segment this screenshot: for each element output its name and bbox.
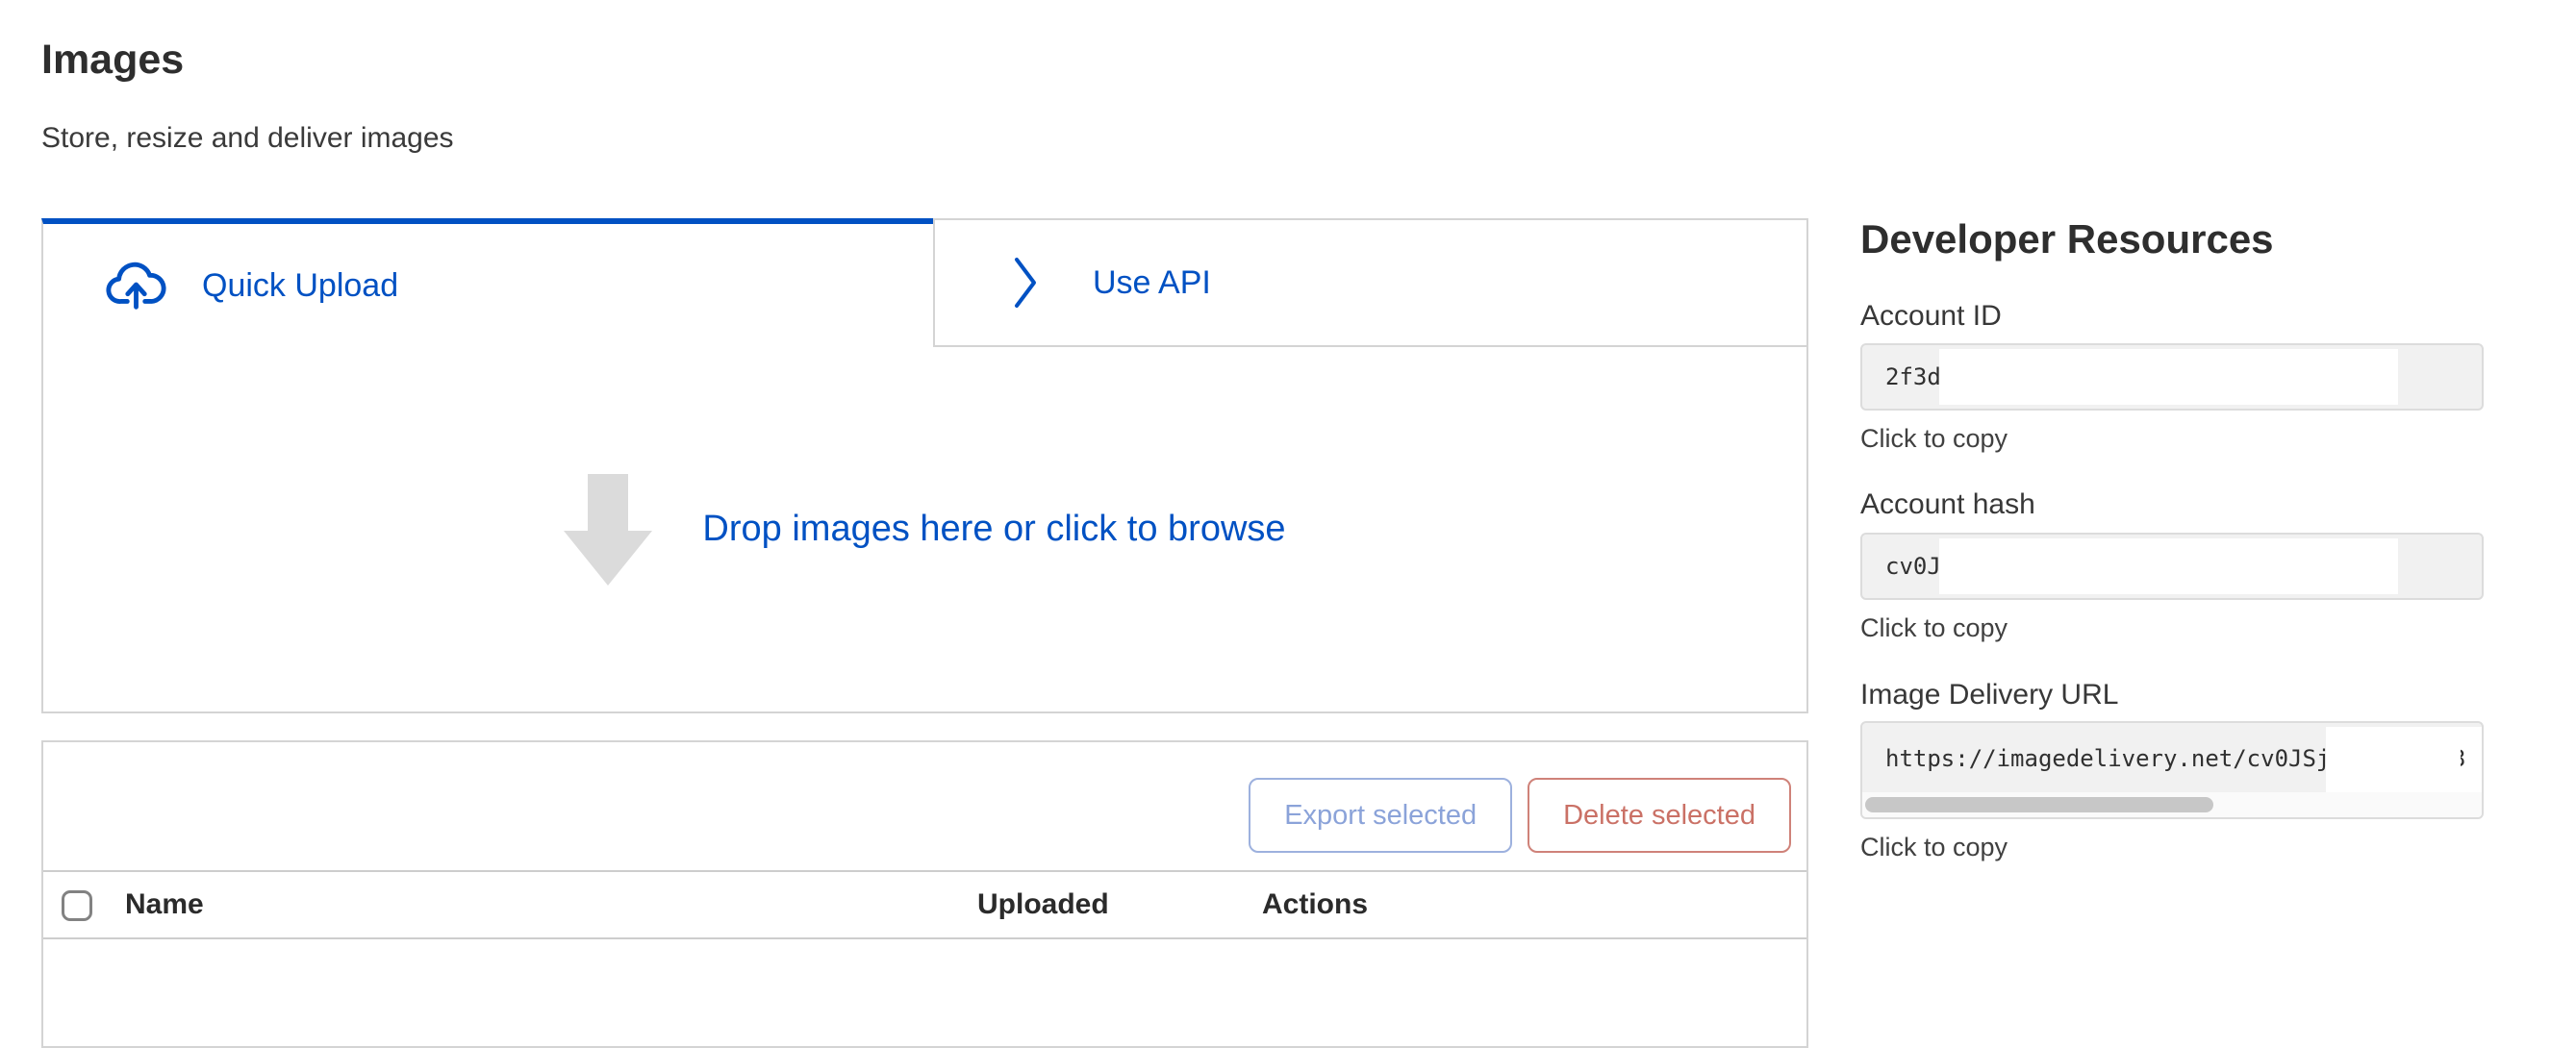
images-page: Images Store, resize and deliver images … bbox=[41, 0, 1808, 954]
tab-use-api-label: Use API bbox=[1093, 264, 1211, 302]
image-delivery-url-value: https://imagedelivery.net/cv0JSj bbox=[1885, 745, 2330, 772]
redacted-url-fragment: 3 bbox=[2461, 723, 2474, 794]
images-table-card: Export selected Delete selected Name Upl… bbox=[41, 740, 1808, 1048]
scrollbar-thumb[interactable] bbox=[1865, 797, 2213, 812]
click-to-copy-label: Click to copy bbox=[1860, 833, 2008, 862]
tab-quick-upload[interactable]: Quick Upload bbox=[41, 218, 933, 347]
horizontal-scrollbar bbox=[1862, 792, 2482, 817]
export-selected-button[interactable]: Export selected bbox=[1249, 778, 1512, 853]
page-subtitle: Store, resize and deliver images bbox=[41, 122, 454, 155]
redaction-overlay bbox=[1939, 538, 2398, 594]
column-header-name: Name bbox=[125, 872, 204, 937]
tab-use-api[interactable]: Use API bbox=[933, 218, 1808, 347]
click-to-copy-label: Click to copy bbox=[1860, 613, 2008, 643]
upload-tabs: Quick Upload Use API bbox=[41, 218, 1808, 347]
column-header-uploaded: Uploaded bbox=[977, 872, 1109, 937]
account-id-field[interactable]: 2f3d bbox=[1860, 343, 2484, 411]
delete-selected-button[interactable]: Delete selected bbox=[1528, 778, 1791, 853]
sidebar-title: Developer Resources bbox=[1860, 216, 2274, 262]
tab-quick-upload-label: Quick Upload bbox=[202, 267, 398, 305]
down-arrow-icon bbox=[564, 474, 652, 586]
image-delivery-url-field[interactable]: https://imagedelivery.net/cv0JSj 3 bbox=[1860, 721, 2484, 819]
account-hash-value: cv0J bbox=[1885, 553, 1941, 580]
dropzone-label: Drop images here or click to browse bbox=[702, 509, 1285, 550]
account-hash-field[interactable]: cv0J bbox=[1860, 533, 2484, 600]
page-title: Images bbox=[41, 37, 184, 84]
column-header-actions: Actions bbox=[1262, 872, 1368, 937]
cloud-upload-icon bbox=[106, 260, 167, 312]
redaction-overlay bbox=[1939, 349, 2398, 405]
upload-dropzone[interactable]: Drop images here or click to browse bbox=[41, 347, 1808, 713]
table-toolbar: Export selected Delete selected bbox=[1249, 778, 1791, 853]
account-hash-label: Account hash bbox=[1860, 488, 2035, 521]
chevron-right-icon bbox=[1012, 254, 1039, 312]
redaction-overlay bbox=[2326, 727, 2482, 792]
account-id-value: 2f3d bbox=[1885, 363, 1941, 390]
account-id-label: Account ID bbox=[1860, 300, 2002, 333]
click-to-copy-label: Click to copy bbox=[1860, 424, 2008, 454]
select-all-checkbox[interactable] bbox=[62, 890, 92, 921]
image-delivery-url-label: Image Delivery URL bbox=[1860, 679, 2118, 711]
url-text-row: https://imagedelivery.net/cv0JSj 3 bbox=[1862, 723, 2482, 794]
table-header-row: Name Uploaded Actions bbox=[43, 870, 1806, 939]
